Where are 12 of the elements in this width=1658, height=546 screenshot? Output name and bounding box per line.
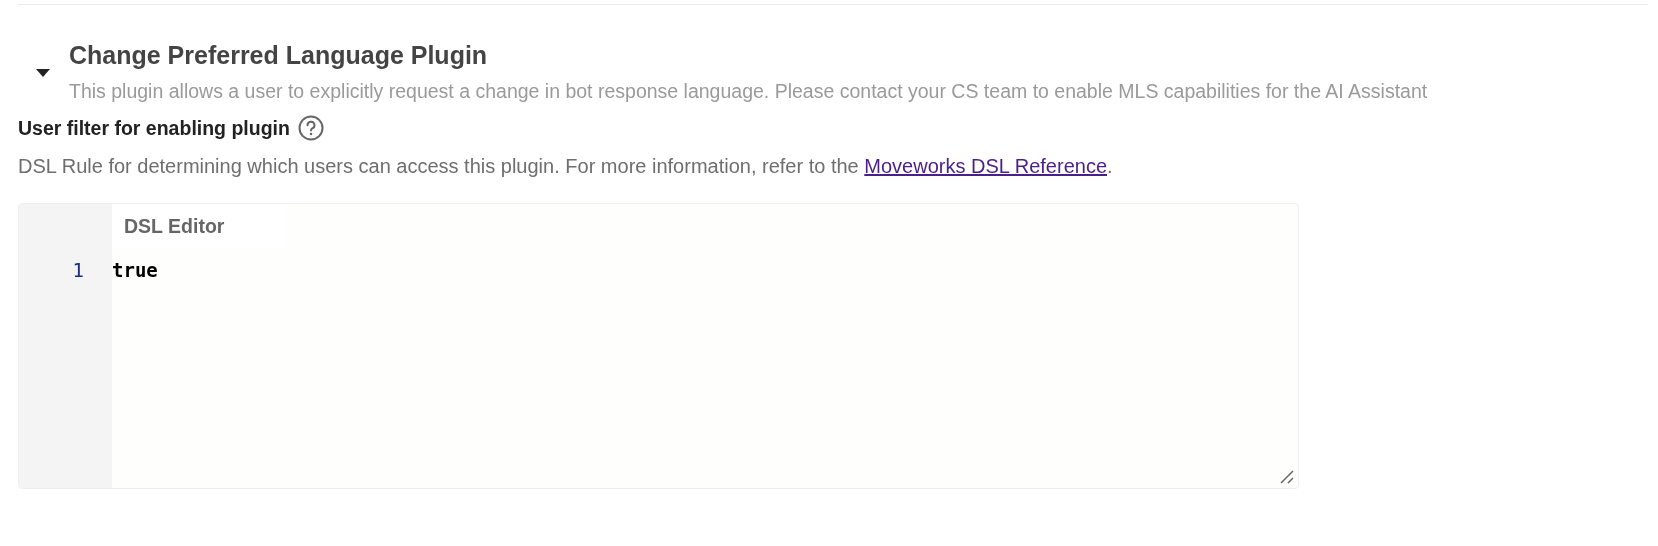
resize-handle-icon[interactable] [1280, 470, 1294, 484]
line-number: 1 [72, 258, 84, 282]
help-icon[interactable] [297, 115, 324, 141]
code-line: true [112, 258, 159, 282]
reference-link[interactable]: Moveworks DSL Reference [864, 155, 1107, 177]
field-label: User filter for enabling plugin [18, 116, 290, 140]
help-text: DSL Rule for determining which users can access this plugin. For more information, refer to the Moveworks DSL Reference. [18, 154, 1114, 179]
editor-label: DSL Editor [124, 215, 225, 238]
plugin-description: This plugin allows a user to explicitly request a change in bot response language. Please contact your CS team to enable MLS capabilities for the AI Assistant [69, 79, 1428, 103]
plugin-title: Change Preferred Language Plugin [69, 40, 489, 71]
caret-icon [36, 69, 50, 77]
code-editor[interactable]: 1 DSL Editor true [18, 203, 1299, 489]
